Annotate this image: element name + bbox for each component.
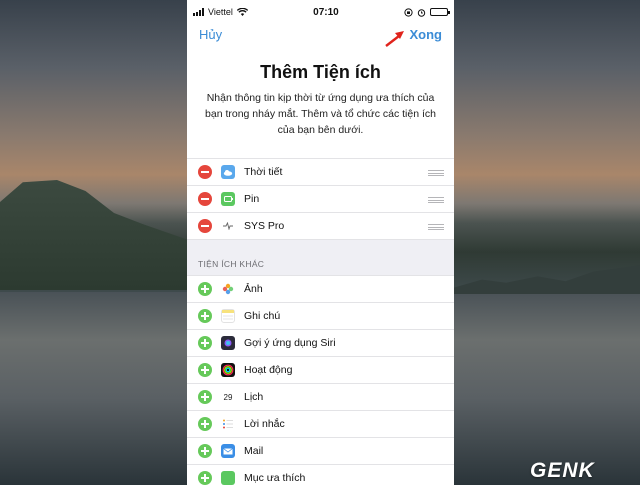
reorder-handle[interactable] xyxy=(428,197,444,203)
photos-icon xyxy=(221,282,235,296)
widget-row-sys-pro: SYS Pro xyxy=(187,213,454,240)
calendar-icon: 29 xyxy=(221,390,235,404)
more-widgets-list: Ảnh Ghi chú Gợi ý ứng dụng Siri Hoạt độn… xyxy=(187,276,454,485)
done-button[interactable]: Xong xyxy=(410,27,443,42)
reorder-handle[interactable] xyxy=(428,170,444,176)
red-arrow-icon xyxy=(385,31,404,47)
widget-row-siri: Gợi ý ứng dụng Siri xyxy=(187,330,454,357)
page-title: Thêm Tiện ích xyxy=(260,62,381,82)
widget-label: Thời tiết xyxy=(244,166,283,178)
widget-row-activity: Hoạt động xyxy=(187,357,454,384)
signal-icon xyxy=(193,8,204,16)
reorder-handle[interactable] xyxy=(428,224,444,230)
activity-icon xyxy=(221,363,235,377)
nav-bar: Hủy Xong xyxy=(187,24,454,48)
widget-label: Gợi ý ứng dụng Siri xyxy=(244,337,336,349)
favorites-icon xyxy=(221,471,235,485)
widget-label: Mục ưa thích xyxy=(244,472,306,484)
remove-icon[interactable] xyxy=(198,219,212,233)
widget-label: Lời nhắc xyxy=(244,418,285,430)
widget-row-photos: Ảnh xyxy=(187,276,454,303)
remove-icon[interactable] xyxy=(198,165,212,179)
widget-label: SYS Pro xyxy=(244,220,285,232)
reminders-icon xyxy=(221,417,235,431)
siri-icon xyxy=(221,336,235,350)
add-icon[interactable] xyxy=(198,444,212,458)
status-time: 07:10 xyxy=(313,6,339,18)
carrier-name: Viettel xyxy=(208,7,233,17)
status-right xyxy=(404,7,450,17)
add-icon[interactable] xyxy=(198,390,212,404)
widget-label: Ghi chú xyxy=(244,310,281,322)
active-widgets-list: Thời tiết Pin SYS Pro xyxy=(187,158,454,240)
widget-row-favorites: Mục ưa thích xyxy=(187,465,454,485)
widget-row-weather: Thời tiết xyxy=(187,159,454,186)
genk-watermark-logo: GENK xyxy=(530,459,595,482)
page-description: Nhận thông tin kịp thời từ ứng dụng ưa t… xyxy=(205,92,436,136)
widget-row-notes: Ghi chú xyxy=(187,303,454,330)
pulse-icon xyxy=(221,219,235,233)
widget-row-calendar: 29 Lịch xyxy=(187,384,454,411)
add-icon[interactable] xyxy=(198,363,212,377)
more-widgets-header: TIỆN ÍCH KHÁC xyxy=(187,240,454,276)
notes-icon xyxy=(221,309,235,323)
widget-label: Ảnh xyxy=(244,283,263,295)
cancel-button[interactable]: Hủy xyxy=(199,27,222,42)
add-icon[interactable] xyxy=(198,471,212,485)
status-left: Viettel xyxy=(193,7,248,17)
widget-label: Pin xyxy=(244,193,260,205)
widget-row-mail: Mail xyxy=(187,438,454,465)
phone-screen: Viettel 07:10 Hủy Xong Thêm Tiện ích Nhậ… xyxy=(187,0,454,485)
orientation-lock-icon xyxy=(404,7,413,17)
alarm-icon xyxy=(417,8,426,17)
remove-icon[interactable] xyxy=(198,192,212,206)
widget-row-reminders: Lời nhắc xyxy=(187,411,454,438)
add-icon[interactable] xyxy=(198,417,212,431)
widget-label: Lịch xyxy=(244,391,264,403)
wifi-icon xyxy=(236,8,248,16)
battery-icon xyxy=(430,8,450,16)
mail-icon xyxy=(221,444,235,458)
widget-label: Hoạt động xyxy=(244,364,293,376)
battery-widget-icon xyxy=(221,192,235,206)
status-bar: Viettel 07:10 xyxy=(187,0,454,24)
weather-icon xyxy=(221,165,235,179)
widget-row-battery: Pin xyxy=(187,186,454,213)
add-icon[interactable] xyxy=(198,309,212,323)
add-icon[interactable] xyxy=(198,336,212,350)
add-icon[interactable] xyxy=(198,282,212,296)
widget-label: Mail xyxy=(244,445,264,457)
